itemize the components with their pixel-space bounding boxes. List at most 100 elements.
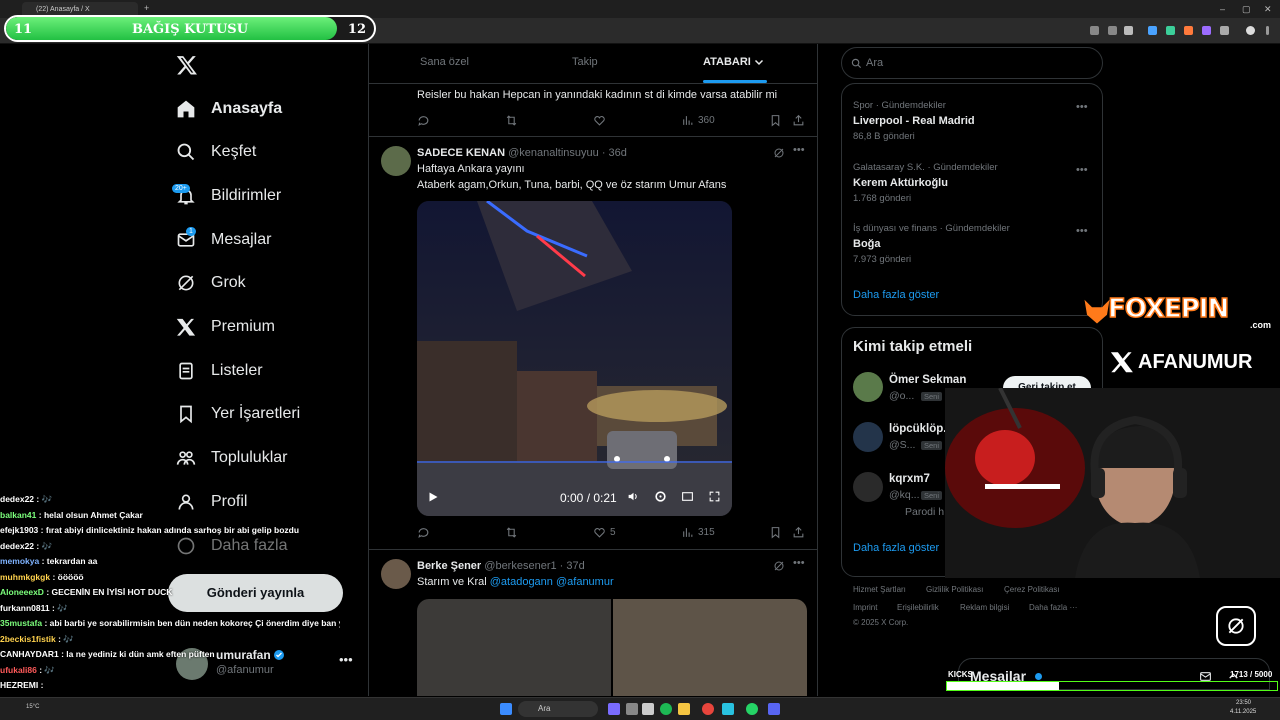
taskbar-search[interactable]: Ara: [518, 701, 598, 717]
extension-icon[interactable]: [1148, 26, 1157, 35]
author-handle[interactable]: @berkesener1: [484, 560, 556, 572]
chat-username[interactable]: memokya: [0, 556, 39, 566]
like-button[interactable]: 5: [593, 526, 616, 539]
folder-icon[interactable]: [678, 703, 690, 715]
author-name[interactable]: SADECE KENAN: [417, 147, 505, 159]
post-image[interactable]: [613, 599, 807, 696]
chat-username[interactable]: balkan41: [0, 510, 36, 520]
new-tab-button[interactable]: +: [144, 3, 149, 13]
menu-icon[interactable]: [1266, 26, 1269, 35]
author-name[interactable]: Berke Şener: [417, 560, 481, 572]
more-icon[interactable]: •••: [1076, 164, 1088, 176]
nav-grok[interactable]: Grok: [176, 268, 246, 298]
reply-icon[interactable]: [417, 114, 434, 127]
author-handle[interactable]: @kenanaltinsuyuu: [508, 147, 599, 159]
task-view-icon[interactable]: [626, 703, 638, 715]
grok-icon[interactable]: [773, 560, 785, 572]
x-logo-icon[interactable]: [176, 54, 198, 76]
close-button[interactable]: ✕: [1264, 4, 1272, 15]
tab-atabari[interactable]: ATABARI: [703, 56, 751, 68]
chat-username[interactable]: efejk1903: [0, 525, 38, 535]
zoom-icon[interactable]: [1108, 26, 1117, 35]
like-icon[interactable]: [593, 114, 610, 127]
more-icon[interactable]: •••: [1076, 101, 1088, 113]
nav-topluluklar[interactable]: Topluluklar: [176, 443, 287, 473]
nav-listeler[interactable]: Listeler: [176, 356, 263, 386]
discord-icon[interactable]: [768, 703, 780, 715]
follow-handle: @S...: [889, 439, 916, 451]
play-icon[interactable]: [427, 490, 439, 508]
retweet-icon[interactable]: [505, 114, 522, 127]
retweet-icon[interactable]: [505, 526, 522, 539]
maximize-button[interactable]: ▢: [1242, 4, 1251, 15]
more-icon[interactable]: •••: [1076, 225, 1088, 237]
more-icon[interactable]: •••: [793, 557, 805, 569]
whatsapp-icon[interactable]: [746, 703, 758, 715]
spotify-icon[interactable]: [660, 703, 672, 715]
settings-icon[interactable]: [654, 490, 667, 508]
grok-icon[interactable]: [773, 147, 785, 159]
chevron-down-icon[interactable]: [753, 56, 765, 68]
reply-icon[interactable]: [417, 526, 434, 539]
fullscreen-icon[interactable]: [708, 490, 721, 508]
nav-anasayfa[interactable]: Anasayfa: [176, 94, 282, 124]
bookmark-icon[interactable]: [769, 114, 786, 127]
avatar[interactable]: [381, 559, 411, 589]
star-icon[interactable]: [1124, 26, 1133, 35]
footer-link[interactable]: Erişilebilirlik: [897, 603, 939, 612]
share-icon[interactable]: [792, 114, 809, 127]
footer-link[interactable]: Gizlilik Politikası: [926, 585, 983, 594]
chat-username[interactable]: furkann0811: [0, 603, 50, 613]
nav-kesfet[interactable]: Keşfet: [176, 137, 256, 167]
app-icon[interactable]: [608, 703, 620, 715]
mention-link[interactable]: @afanumur: [556, 576, 614, 588]
volume-icon[interactable]: [627, 490, 640, 508]
extension-icon[interactable]: [1184, 26, 1193, 35]
chat-username[interactable]: dedex22: [0, 494, 34, 504]
avatar[interactable]: [381, 146, 411, 176]
chrome-icon[interactable]: [702, 703, 714, 715]
grok-floating-button[interactable]: [1216, 606, 1256, 646]
more-icon[interactable]: •••: [793, 144, 805, 156]
chat-username[interactable]: 2beckis1fistik: [0, 634, 56, 644]
more-icon[interactable]: •••: [339, 652, 353, 667]
show-more-link[interactable]: Daha fazla göster: [853, 542, 939, 554]
app-icon[interactable]: [642, 703, 654, 715]
chat-username[interactable]: muhmkgkgk: [0, 572, 50, 582]
extension-icon[interactable]: [1166, 26, 1175, 35]
search-input[interactable]: Ara: [841, 47, 1103, 79]
footer-link[interactable]: Daha fazla ···: [1029, 603, 1077, 612]
tab-takip[interactable]: Takip: [572, 56, 598, 68]
profile-icon[interactable]: [1246, 26, 1255, 35]
mention-link[interactable]: @atadogann: [490, 576, 553, 588]
footer-link[interactable]: Çerez Politikası: [1004, 585, 1060, 594]
chat-username[interactable]: AloneeexD: [0, 587, 44, 597]
app-icon[interactable]: [722, 703, 734, 715]
windows-icon[interactable]: [500, 703, 512, 715]
footer-link[interactable]: Imprint: [853, 603, 877, 612]
bookmark-icon[interactable]: [769, 526, 786, 539]
views-button[interactable]: 315: [681, 526, 715, 539]
post-image[interactable]: [417, 599, 611, 696]
puzzle-icon[interactable]: [1220, 26, 1229, 35]
chat-username[interactable]: dedex22: [0, 541, 34, 551]
chat-username[interactable]: ufukali86: [0, 665, 37, 675]
views-button[interactable]: 360: [681, 114, 715, 127]
chat-username[interactable]: 35mustafa: [0, 618, 42, 628]
cast-icon[interactable]: [1090, 26, 1099, 35]
chat-text: : 🎶: [36, 540, 53, 551]
show-more-link[interactable]: Daha fazla göster: [853, 289, 939, 301]
minimize-button[interactable]: –: [1220, 4, 1225, 14]
nav-bildirimler[interactable]: Bildirimler: [176, 181, 281, 211]
chat-username[interactable]: CANHAYDAR1: [0, 649, 59, 659]
extension-icon[interactable]: [1202, 26, 1211, 35]
share-icon[interactable]: [792, 526, 809, 539]
pip-icon[interactable]: [681, 490, 694, 508]
video-player[interactable]: 0:00 / 0:21: [417, 201, 732, 516]
nav-premium[interactable]: Premium: [176, 312, 275, 342]
nav-yer-isaretleri[interactable]: Yer İşaretleri: [176, 399, 300, 429]
tab-sana-ozel[interactable]: Sana özel: [420, 56, 469, 68]
chat-username[interactable]: HEZREMI: [0, 680, 38, 690]
footer-link[interactable]: Hizmet Şartları: [853, 585, 906, 594]
footer-link[interactable]: Reklam bilgisi: [960, 603, 1009, 612]
